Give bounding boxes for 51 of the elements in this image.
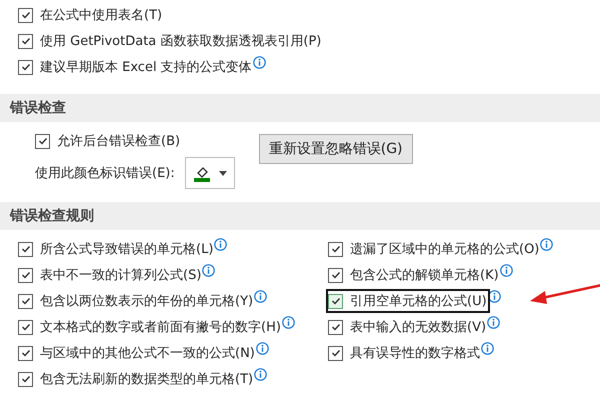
check-icon [38,136,48,146]
checkbox[interactable] [328,320,343,334]
color-picker[interactable] [184,157,235,189]
check-icon [330,322,340,332]
check-icon [330,348,340,358]
check-icon [330,296,340,306]
rule-label: 遗漏了区域中的单元格的公式(O) [350,241,540,258]
check-icon [20,244,30,254]
section-header: 错误检查规则 [0,202,600,230]
checkbox[interactable] [328,346,343,360]
check-icon [330,270,340,280]
reset-button[interactable]: 重新设置忽略错误(G) [258,134,413,164]
check-icon [20,62,30,72]
section-header: 错误检查 [0,94,600,122]
checkbox[interactable] [328,268,343,282]
check-icon [20,348,30,358]
option-label: 在公式中使用表名(T) [40,7,162,24]
option-label: 允许后台错误检查(B) [57,133,180,150]
checkbox[interactable] [18,268,33,282]
checkbox[interactable] [328,294,343,308]
option-label: 建议早期版本 Excel 支持的公式变体 [40,59,252,76]
color-label: 使用此颜色标识错误(E): [35,165,175,182]
check-icon [20,270,30,280]
checkbox[interactable] [18,294,33,308]
checkbox[interactable] [35,134,50,148]
check-icon [20,374,30,384]
rule-label: 所含公式导致错误的单元格(L) [40,241,214,258]
checkbox[interactable] [18,34,33,48]
option-label: 使用 GetPivotData 函数获取数据透视表引用(P) [40,33,322,50]
checkbox[interactable] [18,372,33,386]
checkbox[interactable] [18,242,33,256]
rule-label: 表中不一致的计算列公式(S) [40,267,202,284]
checkbox[interactable] [328,242,343,256]
check-icon [20,322,30,332]
checkbox[interactable] [18,320,33,334]
checkbox[interactable] [18,8,33,22]
rule-label: 包含公式的解锁单元格(K) [350,267,499,284]
check-icon [20,296,30,306]
rule-label: 引用空单元格的公式(U) [350,293,487,310]
check-icon [20,36,30,46]
checkbox[interactable] [18,60,33,74]
checkbox[interactable] [18,346,33,360]
rule-label: 与区域中的其他公式不一致的公式(N) [40,345,255,362]
check-icon [20,10,30,20]
check-icon [330,244,340,254]
caret-icon [218,170,227,176]
rule-label: 包含无法刷新的数据类型的单元格(T) [40,371,254,388]
rule-label: 表中输入的无效数据(V) [350,319,486,336]
rule-label: 包含以两位数表示的年份的单元格(Y) [40,293,254,310]
rule-label: 文本格式的数字或者前面有撇号的数字(H) [40,319,281,336]
rule-label: 具有误导性的数字格式 [350,345,480,362]
